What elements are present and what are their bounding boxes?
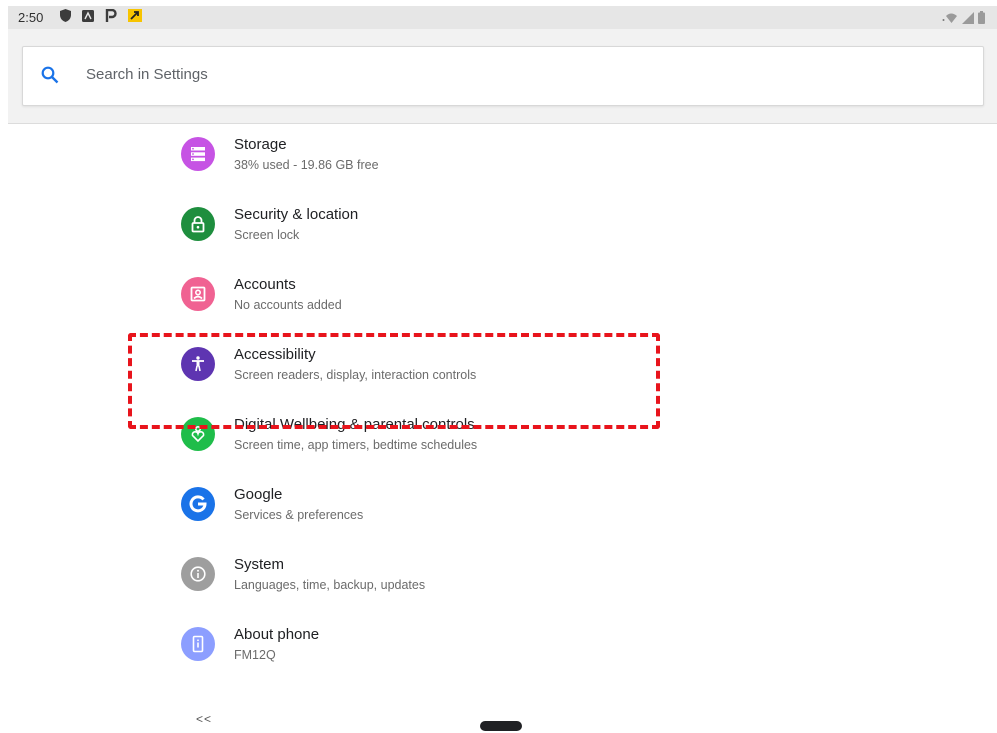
settings-item-title: System bbox=[234, 556, 285, 573]
settings-item-title: Digital Wellbeing & parental controls bbox=[234, 416, 475, 433]
p-icon bbox=[105, 8, 117, 27]
settings-item-summary: 38% used - 19.86 GB free bbox=[234, 158, 379, 172]
status-notification-icons bbox=[60, 8, 142, 27]
settings-item-summary: Screen time, app timers, bedtime schedul… bbox=[234, 438, 478, 452]
settings-item-accessibility[interactable]: Accessibility Screen readers, display, i… bbox=[8, 334, 997, 404]
settings-item-summary: Services & preferences bbox=[234, 508, 364, 522]
settings-item-summary: No accounts added bbox=[234, 298, 342, 312]
settings-item-security-location[interactable]: Security & location Screen lock bbox=[8, 194, 997, 264]
settings-item-title: Google bbox=[234, 486, 283, 503]
phone-info-icon bbox=[181, 627, 215, 661]
wellbeing-icon bbox=[181, 417, 215, 451]
settings-item-google[interactable]: Google Services & preferences bbox=[8, 474, 997, 544]
back-button[interactable]: << bbox=[196, 712, 212, 726]
shield-icon bbox=[60, 8, 71, 27]
settings-item-storage[interactable]: Storage 38% used - 19.86 GB free bbox=[8, 124, 997, 194]
settings-item-summary: Screen readers, display, interaction con… bbox=[234, 368, 477, 382]
settings-item-summary: FM12Q bbox=[234, 648, 276, 662]
battery-icon bbox=[978, 11, 985, 29]
search-header: Search in Settings bbox=[8, 29, 997, 124]
navigation-bar: << bbox=[0, 698, 997, 733]
signal-icon bbox=[962, 11, 974, 29]
status-time: 2:50 bbox=[18, 10, 44, 25]
settings-item-title: About phone bbox=[234, 626, 320, 643]
lock-icon bbox=[181, 207, 215, 241]
home-button[interactable] bbox=[480, 721, 522, 731]
settings-item-about-phone[interactable]: About phone FM12Q bbox=[8, 614, 997, 684]
account-icon bbox=[181, 277, 215, 311]
storage-icon bbox=[181, 137, 215, 171]
status-system-icons bbox=[942, 11, 985, 29]
info-icon bbox=[181, 557, 215, 591]
settings-item-summary: Screen lock bbox=[234, 228, 300, 242]
google-icon bbox=[181, 487, 215, 521]
search-input[interactable]: Search in Settings bbox=[86, 66, 208, 83]
settings-item-title: Security & location bbox=[234, 206, 359, 223]
settings-item-title: Accessibility bbox=[234, 346, 316, 363]
settings-item-summary: Languages, time, backup, updates bbox=[234, 578, 426, 592]
notification-icon bbox=[128, 8, 142, 27]
status-bar: 2:50 bbox=[8, 6, 997, 29]
settings-item-accounts[interactable]: Accounts No accounts added bbox=[8, 264, 997, 334]
wifi-icon bbox=[942, 11, 958, 29]
app-a-icon bbox=[82, 9, 94, 27]
settings-item-title: Storage bbox=[234, 136, 287, 153]
settings-item-system[interactable]: System Languages, time, backup, updates bbox=[8, 544, 997, 614]
settings-item-title: Accounts bbox=[234, 276, 296, 293]
search-bar[interactable]: Search in Settings bbox=[22, 46, 984, 106]
settings-item-digital-wellbeing[interactable]: Digital Wellbeing & parental controls Sc… bbox=[8, 404, 997, 474]
settings-screen: 2:50 Search in Settings Storage 38% used… bbox=[8, 6, 997, 698]
search-icon[interactable] bbox=[41, 66, 59, 89]
accessibility-icon bbox=[181, 347, 215, 381]
